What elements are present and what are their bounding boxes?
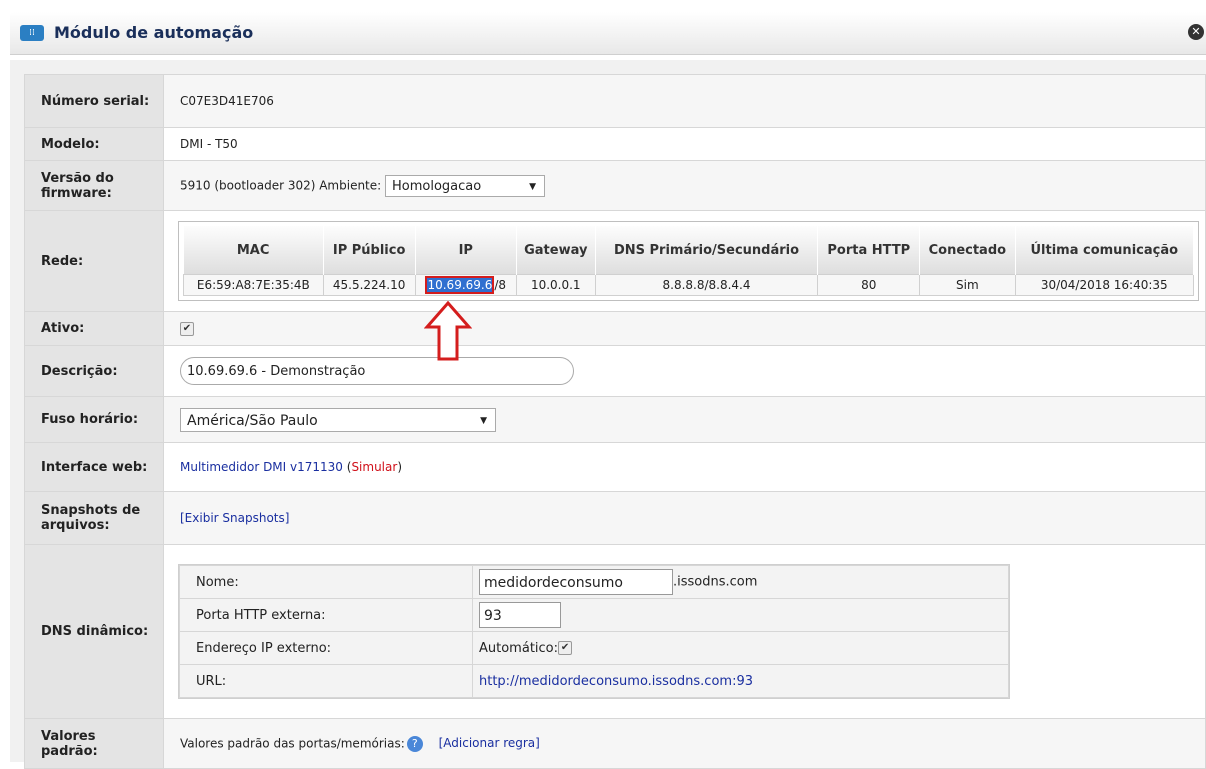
paren-close: ) [397,460,402,474]
environment-selected: Homologacao [392,178,482,194]
network-table-wrap: MAC IP Público IP Gateway DNS Primário/S… [178,221,1199,301]
description-cell: 10.69.69.6 - Demonstração [163,345,1206,397]
timezone-select[interactable]: América/São Paulo ▼ [180,407,496,432]
environment-select[interactable]: Homologacao ▼ [385,174,546,197]
table-row: Endereço IP externo: Automático: ✔ [179,631,1009,665]
firmware-row: Versão do firmware: 5910 (bootloader 302… [24,160,1206,211]
ip-selection-box: 10.69.69.6 [425,276,495,294]
cell-mac: E6:59:A8:7E:35:4B [183,274,324,296]
defaults-row: Valores padrão: Valores padrão das porta… [24,718,1206,769]
show-snapshots-link[interactable]: [Exibir Snapshots] [180,511,289,525]
active-checkbox[interactable]: ✔ [180,321,194,336]
network-cell: MAC IP Público IP Gateway DNS Primário/S… [163,210,1206,312]
dyndns-row: DNS dinâmico: Nome: medidordeconsumo .iss… [24,544,1206,719]
ip-suffix: /8 [494,278,507,292]
firmware-value: 5910 (bootloader 302) Ambiente: [180,178,382,192]
cell-connected: Sim [919,274,1016,296]
dns-url-link[interactable]: http://medidordeconsumo.issodns.com:93 [479,674,753,689]
model-value: DMI - T50 [163,127,1206,161]
annotation-up-arrow-icon [424,301,472,361]
col-http-port: Porta HTTP [817,226,921,275]
dns-name-input[interactable]: medidordeconsumo [479,569,673,595]
web-interface-link[interactable]: Multimedidor DMI v171130 [180,460,343,474]
dns-name-label: Nome: [179,565,473,599]
add-rule-link[interactable]: [Adicionar regra] [439,736,540,750]
col-connected: Conectado [919,226,1016,275]
dyndns-table-wrap: Nome: medidordeconsumo .issodns.com Porta… [178,564,1010,699]
model-label: Modelo: [24,127,164,161]
timezone-row: Fuso horário: América/São Paulo ▼ [24,396,1206,443]
grid-icon: ⁞⁞ [20,25,44,41]
cell-ip[interactable]: 10.69.69.6/8 [414,274,517,296]
serial-value: C07E3D41E706 [163,74,1206,128]
cell-last-comm: 30/04/2018 16:40:35 [1014,274,1195,296]
window-title: Módulo de automação [54,23,254,42]
network-row: Rede: MAC IP Público IP Gateway DNS Prim… [24,210,1206,312]
table-row: E6:59:A8:7E:35:4B 45.5.224.10 10.69.69.6… [183,274,1195,296]
dyndns-label: DNS dinâmico: [24,544,164,719]
web-interface-row: Interface web: Multimedidor DMI v171130 … [24,442,1206,492]
network-header-row: MAC IP Público IP Gateway DNS Primário/S… [183,226,1195,275]
dns-name-suffix: .issodns.com [673,574,758,590]
dns-port-cell: 93 [472,598,1009,632]
chevron-down-icon: ▼ [529,181,537,192]
dyndns-cell: Nome: medidordeconsumo .issodns.com Porta… [163,544,1206,719]
serial-row: Número serial: C07E3D41E706 [24,74,1206,128]
snapshots-row: Snapshots de arquivos: [Exibir Snapshots… [24,491,1206,545]
dns-ext-ip-value: Automático: [479,640,559,656]
simulate-link[interactable]: Simular [351,460,397,474]
cell-http-port: 80 [817,274,921,296]
dns-ext-ip-label: Endereço IP externo: [179,631,473,665]
timezone-selected: América/São Paulo [187,412,318,429]
timezone-cell: América/São Paulo ▼ [163,396,1206,443]
cell-dns: 8.8.8.8/8.8.4.4 [594,274,819,296]
dns-url-label: URL: [179,664,473,698]
firmware-label: Versão do firmware: [24,160,164,211]
table-row: URL: http://medidordeconsumo.issodns.com… [179,664,1009,698]
cell-public-ip: 45.5.224.10 [322,274,416,296]
dns-port-input[interactable]: 93 [479,602,561,628]
col-ip: IP [415,226,517,275]
firmware-cell: 5910 (bootloader 302) Ambiente: Homologa… [163,160,1206,211]
col-last-comm: Última comunicação [1015,226,1195,275]
dns-port-label: Porta HTTP externa: [179,598,473,632]
dns-ext-ip-cell: Automático: ✔ [472,631,1009,665]
window-titlebar: ⁞⁞ Módulo de automação ✕ [10,12,1206,55]
web-interface-cell: Multimedidor DMI v171130 (Simular) [163,442,1206,492]
dyndns-table: Nome: medidordeconsumo .issodns.com Porta… [179,565,1009,698]
ip-selected-text[interactable]: 10.69.69.6 [427,278,493,292]
active-label: Ativo: [24,311,164,346]
cell-gateway: 10.0.0.1 [515,274,596,296]
description-row: Descrição: 10.69.69.6 - Demonstração [24,345,1206,397]
dns-url-cell: http://medidordeconsumo.issodns.com:93 [472,664,1009,698]
col-gateway: Gateway [516,226,596,275]
model-row: Modelo: DMI - T50 [24,127,1206,161]
col-public-ip: IP Público [323,226,416,275]
help-icon[interactable]: ? [406,735,423,752]
serial-label: Número serial: [24,74,164,128]
snapshots-cell: [Exibir Snapshots] [163,491,1206,545]
col-mac: MAC [183,226,324,275]
description-input[interactable]: 10.69.69.6 - Demonstração [180,357,574,385]
dns-name-cell: medidordeconsumo .issodns.com [472,565,1009,599]
defaults-cell: Valores padrão das portas/memórias:? [Ad… [163,718,1206,769]
network-table: MAC IP Público IP Gateway DNS Primário/S… [183,226,1195,296]
chevron-down-icon: ▼ [480,415,487,426]
table-row: Porta HTTP externa: 93 [179,598,1009,632]
table-row: Nome: medidordeconsumo .issodns.com [179,565,1009,599]
web-interface-label: Interface web: [24,442,164,492]
close-icon[interactable]: ✕ [1188,24,1204,40]
active-cell: ✔ [163,311,1206,346]
col-dns: DNS Primário/Secundário [595,226,819,275]
active-row: Ativo: ✔ [24,311,1206,346]
timezone-label: Fuso horário: [24,396,164,443]
defaults-label: Valores padrão: [24,718,164,769]
defaults-text: Valores padrão das portas/memórias: [180,736,405,750]
auto-ip-checkbox[interactable]: ✔ [558,641,573,655]
network-label: Rede: [24,210,164,312]
device-form: Número serial: C07E3D41E706 Modelo: DMI … [24,74,1206,769]
description-label: Descrição: [24,345,164,397]
snapshots-label: Snapshots de arquivos: [24,491,164,545]
